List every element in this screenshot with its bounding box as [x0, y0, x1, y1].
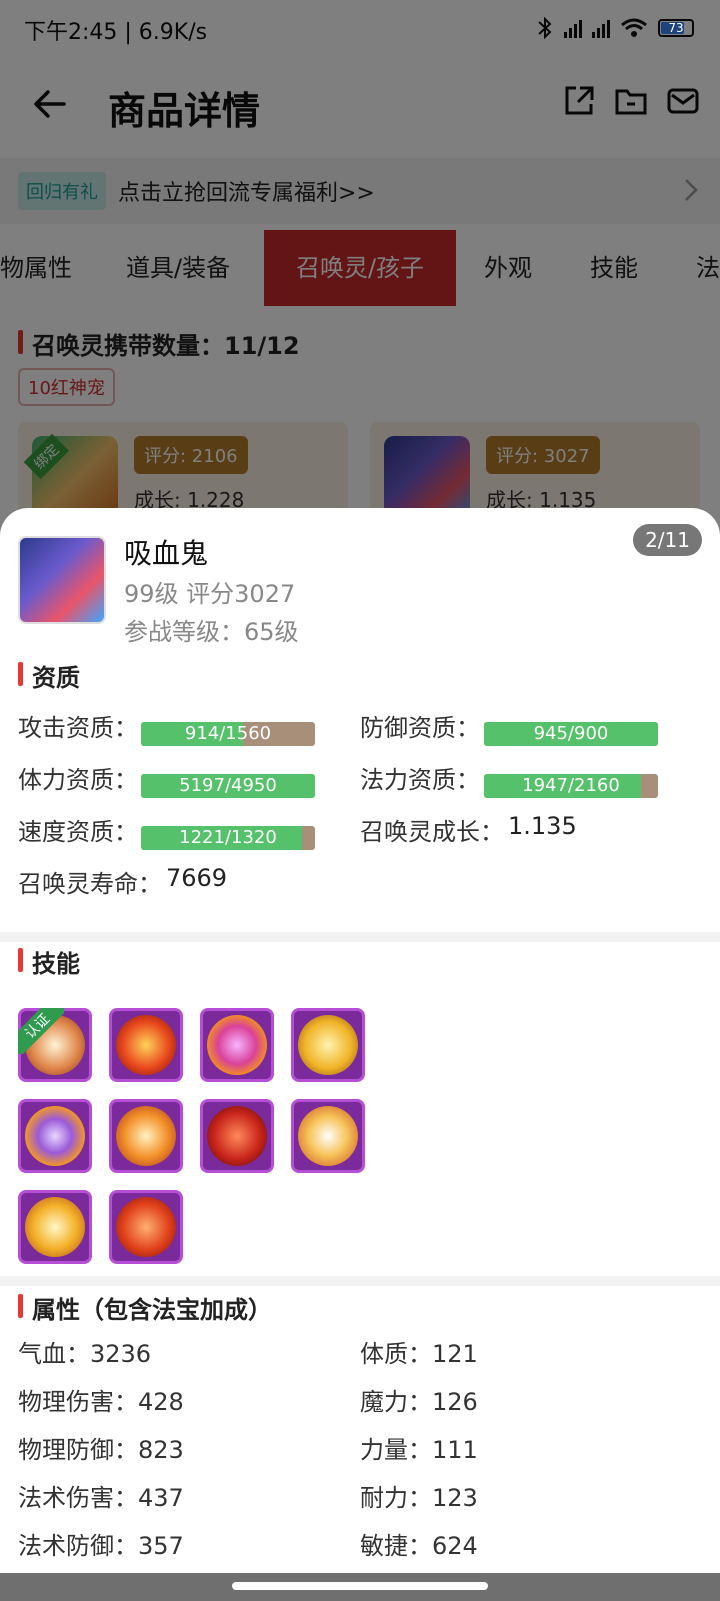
- growth-value: 1.135: [508, 812, 577, 840]
- phoenix-skill-icon[interactable]: [109, 1190, 183, 1264]
- hp-attribute: 气血：3236: [18, 1340, 152, 1368]
- gold-shield-skill-icon[interactable]: [291, 1008, 365, 1082]
- defense-aptitude-bar: 945/900: [484, 722, 658, 746]
- speed-aptitude-label: 速度资质：: [18, 818, 138, 846]
- pet-battle-level: 参战等级：65级: [124, 618, 299, 646]
- pet-detail-sheet: 吸血鬼 99级 评分3027 参战等级：65级 2/11 资质 攻击资质： 91…: [0, 508, 720, 1601]
- growth-label: 召唤灵成长：: [360, 818, 504, 846]
- attack-aptitude-label: 攻击资质：: [18, 714, 138, 742]
- speed-aptitude-bar: 1221/1320: [141, 826, 315, 850]
- home-gesture-handle[interactable]: [232, 1582, 488, 1590]
- magic-power-attribute: 魔力：126: [360, 1388, 478, 1416]
- pet-level-score: 99级 评分3027: [124, 580, 296, 608]
- lightning-skill-icon[interactable]: [200, 1008, 274, 1082]
- mana-aptitude-bar: 1947/2160: [484, 774, 658, 798]
- mana-aptitude-label: 法力资质：: [360, 766, 480, 794]
- page-indicator: 2/11: [633, 524, 702, 556]
- stamina-aptitude-label: 体力资质：: [18, 766, 138, 794]
- defense-aptitude-label: 防御资质：: [360, 714, 480, 742]
- lifespan-label: 召唤灵寿命：: [18, 870, 162, 898]
- rabbit-skill-icon[interactable]: [291, 1099, 365, 1173]
- physical-defense-attribute: 物理防御：823: [18, 1436, 184, 1464]
- constitution-attribute: 体质：121: [360, 1340, 478, 1368]
- strength-attribute: 力量：111: [360, 1436, 478, 1464]
- skills-heading: 技能: [18, 944, 80, 979]
- stamina-aptitude-bar: 5197/4950: [141, 774, 315, 798]
- agility-attribute: 敏捷：624: [360, 1532, 478, 1560]
- pet-name: 吸血鬼: [124, 537, 209, 570]
- attack-aptitude-bar: 914/1560: [141, 722, 315, 746]
- attributes-heading: 属性（包含法宝加成）: [18, 1290, 272, 1325]
- certified-skill-icon[interactable]: 认证: [18, 1008, 92, 1082]
- magic-defense-attribute: 法术防御：357: [18, 1532, 184, 1560]
- lifespan-value: 7669: [166, 864, 228, 892]
- aptitude-heading: 资质: [18, 658, 80, 693]
- pet-avatar: [18, 536, 106, 624]
- red-spirit-skill-icon[interactable]: [200, 1099, 274, 1173]
- magic-damage-attribute: 法术伤害：437: [18, 1484, 184, 1512]
- flame-skill-icon[interactable]: [109, 1099, 183, 1173]
- sun-skill-icon[interactable]: [18, 1190, 92, 1264]
- section-divider: [0, 932, 720, 942]
- section-divider: [0, 1276, 720, 1286]
- endurance-attribute: 耐力：123: [360, 1484, 478, 1512]
- certified-badge: 认证: [18, 1008, 64, 1054]
- system-nav-bar: [0, 1573, 720, 1601]
- fire-demon-skill-icon[interactable]: [109, 1008, 183, 1082]
- physical-damage-attribute: 物理伤害：428: [18, 1388, 184, 1416]
- vortex-skill-icon[interactable]: [18, 1099, 92, 1173]
